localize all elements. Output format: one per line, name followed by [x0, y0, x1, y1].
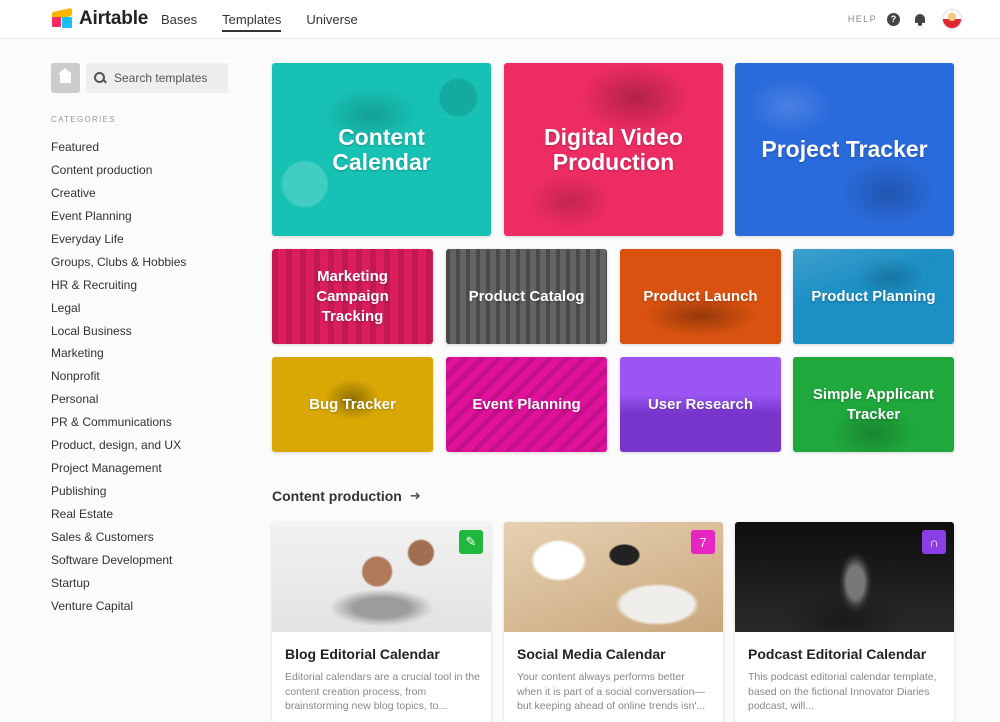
- template-tile[interactable]: Event Planning: [446, 357, 607, 452]
- section-title-label: Content production: [272, 488, 402, 504]
- card-title: Blog Editorial Calendar: [285, 646, 440, 662]
- tab-templates[interactable]: Templates: [222, 12, 282, 32]
- category-item[interactable]: Event Planning: [51, 209, 186, 232]
- tile-title: Product Launch: [643, 287, 758, 305]
- tile-title: User Research: [647, 395, 754, 413]
- tile-title: Content Calendar: [332, 123, 431, 175]
- tile-title: Event Planning: [472, 395, 581, 413]
- tab-bases[interactable]: Bases: [161, 12, 197, 32]
- app-name: Airtable: [79, 8, 149, 29]
- tab-universe[interactable]: Universe: [306, 12, 357, 32]
- tile-title: Product Planning: [811, 287, 936, 305]
- tile-title: Product Catalog: [468, 287, 585, 305]
- top-bar: Airtable Bases Templates Universe HELP ?: [0, 0, 1000, 39]
- tile-title: Bug Tracker: [309, 395, 396, 413]
- arrow-right-icon: ➜: [409, 488, 421, 503]
- calendar-icon: 7: [691, 530, 715, 554]
- category-item[interactable]: Creative: [51, 186, 186, 209]
- category-item[interactable]: Software Development: [51, 553, 186, 576]
- category-item[interactable]: Startup: [51, 576, 186, 599]
- header-tools: HELP ?: [848, 9, 962, 29]
- category-item[interactable]: PR & Communications: [51, 415, 186, 438]
- template-tile[interactable]: Marketing Campaign Tracking: [272, 249, 433, 344]
- tile-title: Marketing Campaign Tracking: [316, 267, 389, 325]
- template-tile[interactable]: Digital Video Production: [504, 63, 723, 236]
- category-item[interactable]: Local Business: [51, 324, 186, 347]
- card-description: This podcast editorial calendar template…: [748, 671, 937, 712]
- template-tile[interactable]: Product Planning: [793, 249, 954, 344]
- search-input[interactable]: [114, 71, 226, 85]
- help-link[interactable]: HELP: [848, 14, 877, 24]
- category-item[interactable]: Featured: [51, 140, 186, 163]
- template-tile[interactable]: Project Tracker: [735, 63, 954, 236]
- category-item[interactable]: Nonprofit: [51, 369, 186, 392]
- category-item[interactable]: Content production: [51, 163, 186, 186]
- template-tile[interactable]: Bug Tracker: [272, 357, 433, 452]
- tile-title: Digital Video Production: [544, 123, 683, 175]
- main-nav: Bases Templates Universe: [161, 12, 358, 32]
- avatar[interactable]: [942, 9, 962, 29]
- home-button[interactable]: [51, 63, 80, 93]
- category-item[interactable]: HR & Recruiting: [51, 278, 186, 301]
- template-card[interactable]: 7 Social Media Calendar Your content alway…: [504, 522, 723, 722]
- template-tile[interactable]: Product Launch: [620, 249, 781, 344]
- headphones-icon: ∩: [922, 530, 946, 554]
- template-tile[interactable]: User Research: [620, 357, 781, 452]
- category-item[interactable]: Marketing: [51, 346, 186, 369]
- pencil-icon: ✎: [459, 530, 483, 554]
- question-icon[interactable]: ?: [887, 12, 900, 26]
- tile-title: Project Tracker: [761, 136, 928, 162]
- category-item[interactable]: Real Estate: [51, 507, 186, 530]
- category-item[interactable]: Venture Capital: [51, 599, 186, 622]
- template-tile[interactable]: Product Catalog: [446, 249, 607, 344]
- category-item[interactable]: Project Management: [51, 461, 186, 484]
- card-title: Podcast Editorial Calendar: [748, 646, 927, 662]
- section-title[interactable]: Content production ➜: [272, 488, 421, 504]
- category-item[interactable]: Everyday Life: [51, 232, 186, 255]
- card-description: Your content always performs better when…: [517, 671, 706, 712]
- category-item[interactable]: Personal: [51, 392, 186, 415]
- card-description: Editorial calendars are a crucial tool i…: [285, 671, 480, 712]
- bell-icon[interactable]: [914, 13, 926, 26]
- category-item[interactable]: Publishing: [51, 484, 186, 507]
- search-box[interactable]: [86, 63, 228, 93]
- template-card[interactable]: ∩ Podcast Editorial Calendar This podcast …: [735, 522, 954, 722]
- search-icon: [94, 72, 106, 84]
- template-tile[interactable]: Simple Applicant Tracker: [793, 357, 954, 452]
- category-item[interactable]: Groups, Clubs & Hobbies: [51, 255, 186, 278]
- airtable-logo[interactable]: Airtable: [51, 7, 149, 30]
- category-item[interactable]: Product, design, and UX: [51, 438, 186, 461]
- card-title: Social Media Calendar: [517, 646, 666, 662]
- template-tile[interactable]: Content Calendar: [272, 63, 491, 236]
- category-item[interactable]: Sales & Customers: [51, 530, 186, 553]
- airtable-logo-icon: [51, 7, 73, 29]
- category-item[interactable]: Legal: [51, 301, 186, 324]
- tile-title: Simple Applicant Tracker: [812, 385, 935, 423]
- categories-heading: CATEGORIES: [51, 115, 116, 124]
- category-list: Featured Content production Creative Event …: [51, 140, 186, 622]
- template-card[interactable]: ✎ Blog Editorial Calendar Editorial calend…: [272, 522, 491, 722]
